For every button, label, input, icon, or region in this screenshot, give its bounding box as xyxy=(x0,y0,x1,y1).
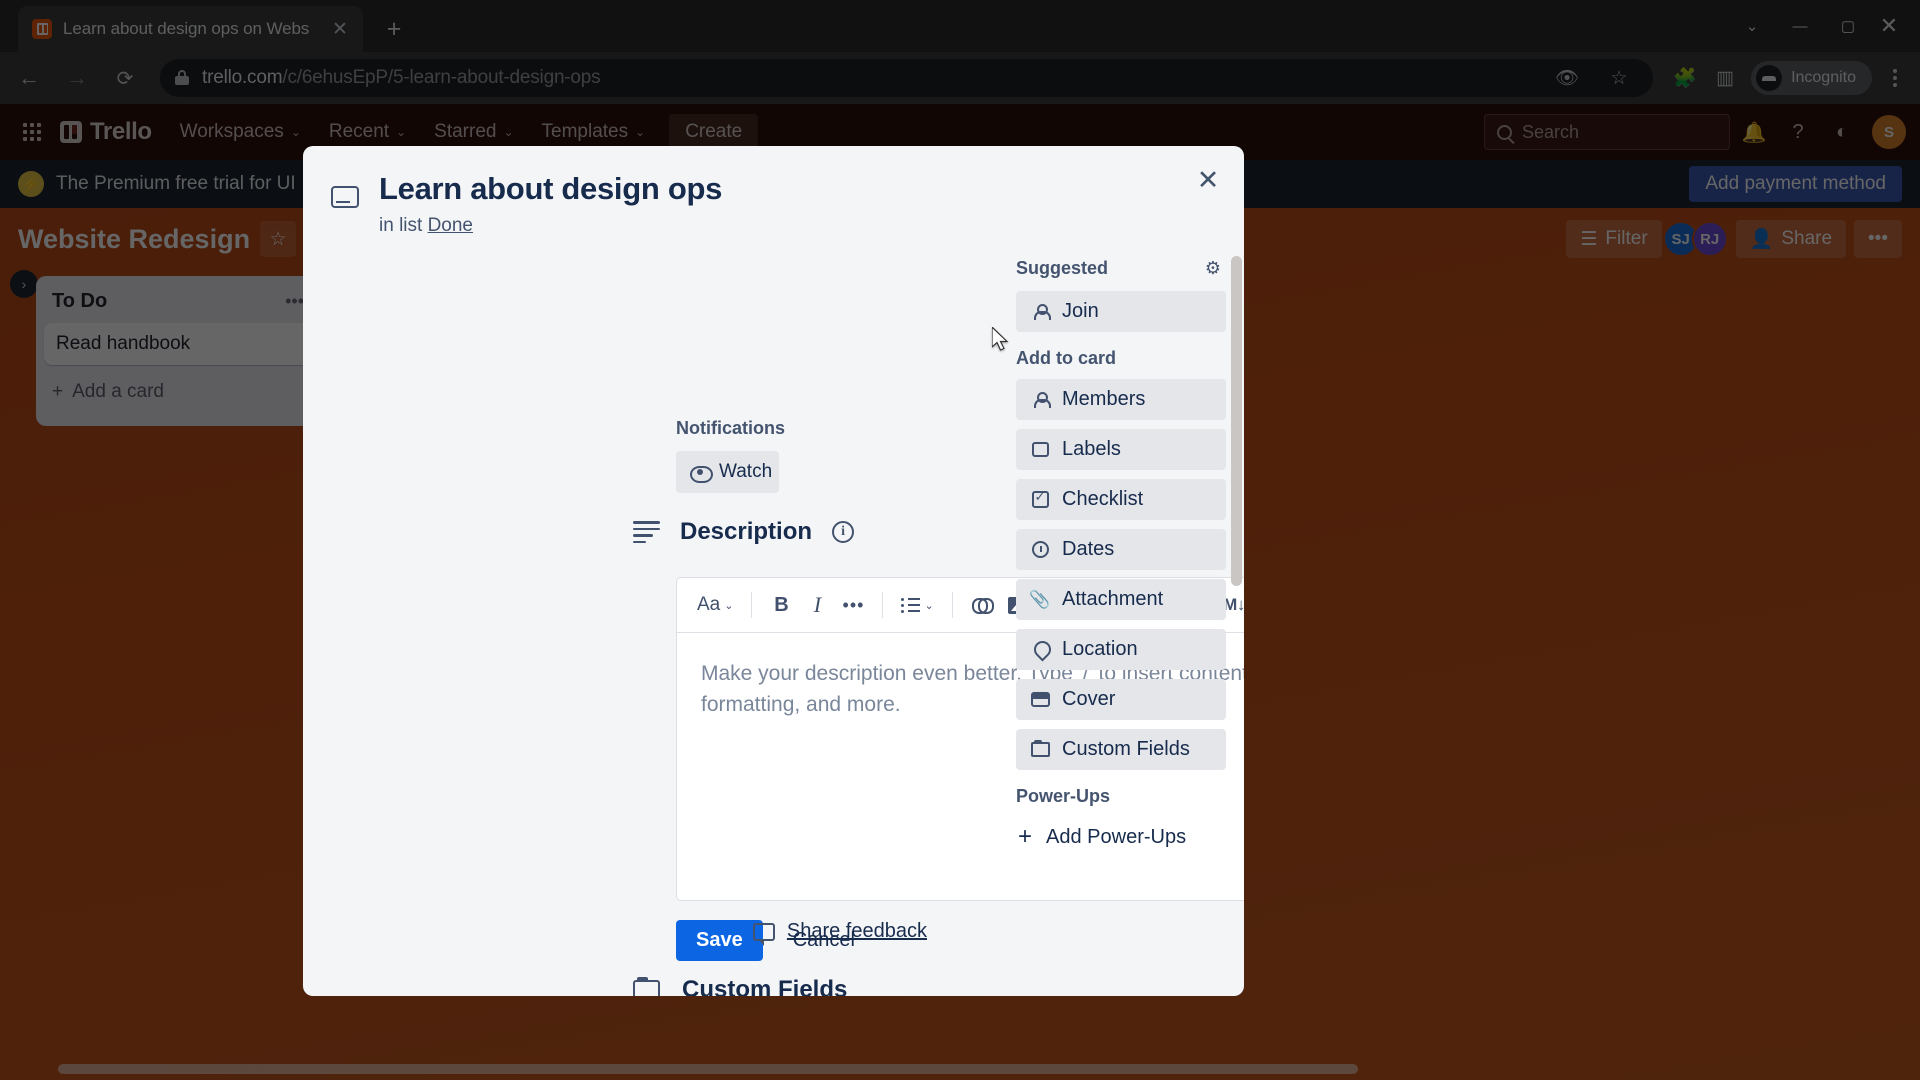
font-style-label: Aa xyxy=(697,594,721,615)
pin-icon xyxy=(1030,640,1050,660)
person-icon xyxy=(1030,302,1051,322)
tag-icon xyxy=(1030,440,1050,460)
description-label: Description xyxy=(680,518,813,545)
modal-scrollbar[interactable] xyxy=(1231,256,1242,586)
sidebar-item-label: Attachment xyxy=(1062,588,1164,610)
card-list-context: in list Done xyxy=(379,215,722,237)
sidebar-item-label: Labels xyxy=(1062,438,1121,460)
more-label: ••• xyxy=(842,594,865,615)
suggested-label: Suggested xyxy=(1016,257,1109,278)
sidebar-item-label: Location xyxy=(1062,638,1138,660)
description-header: Description i xyxy=(633,518,855,546)
bold-label: B xyxy=(774,593,789,616)
share-feedback-label[interactable]: Share feedback xyxy=(787,920,927,943)
checkbox-icon xyxy=(1030,489,1050,510)
watch-label: Watch xyxy=(719,461,773,482)
sidebar-item-label: Custom Fields xyxy=(1062,738,1190,760)
sidebar-item-members[interactable]: Members xyxy=(1016,379,1226,420)
list-name-link[interactable]: Done xyxy=(428,215,473,236)
custom-fields-label: Custom Fields xyxy=(682,976,848,996)
add-power-ups-label: Add Power-Ups xyxy=(1046,825,1187,848)
eye-icon xyxy=(690,463,713,483)
add-to-card-label: Add to card xyxy=(1016,348,1117,368)
more-formatting-button[interactable]: ••• xyxy=(836,588,870,622)
link-button[interactable] xyxy=(965,588,999,622)
notifications-label: Notifications xyxy=(676,418,786,438)
sidebar-item-label: Cover xyxy=(1062,688,1116,710)
clock-icon xyxy=(1030,540,1050,560)
list-button[interactable]: ⌄ xyxy=(895,588,939,622)
sidebar-item-label: Checklist xyxy=(1062,488,1144,510)
sidebar-item-cover[interactable]: Cover xyxy=(1016,679,1226,720)
chevron-down-icon: ⌄ xyxy=(924,599,934,612)
sidebar-item-label: Join xyxy=(1062,300,1099,322)
person-icon xyxy=(1030,390,1051,410)
italic-label: I xyxy=(813,592,822,617)
font-style-button[interactable]: Aa ⌄ xyxy=(691,588,739,622)
custom-fields-header: Custom Fields xyxy=(633,976,847,996)
sidebar-item-dates[interactable]: Dates xyxy=(1016,529,1226,570)
paperclip-icon: 📎 xyxy=(1029,589,1051,609)
sidebar-item-join[interactable]: Join xyxy=(1016,291,1226,332)
notifications-section: Notifications Watch xyxy=(676,418,785,493)
share-feedback[interactable]: Share feedback xyxy=(752,920,927,946)
sidebar-item-labels[interactable]: Labels xyxy=(1016,429,1226,470)
feedback-icon xyxy=(752,922,775,946)
link-icon xyxy=(971,598,994,614)
plus-icon: + xyxy=(1018,823,1033,850)
add-power-ups-button[interactable]: + Add Power-Ups xyxy=(1016,817,1226,851)
gear-icon[interactable]: ⚙ xyxy=(1200,255,1226,281)
card-icon xyxy=(331,184,359,212)
sidebar-item-label: Members xyxy=(1062,388,1146,410)
chevron-down-icon: ⌄ xyxy=(724,599,734,612)
folder-icon xyxy=(1030,740,1050,760)
sidebar-item-checklist[interactable]: Checklist xyxy=(1016,479,1226,520)
info-icon[interactable]: i xyxy=(832,521,855,543)
toolbar-divider xyxy=(882,592,884,618)
card-sidebar: Suggested ⚙ Join Add to card Members Lab… xyxy=(1016,255,1226,851)
sidebar-item-custom-fields[interactable]: Custom Fields xyxy=(1016,729,1226,770)
power-ups-label: Power-Ups xyxy=(1016,786,1111,806)
card-title: Learn about design ops xyxy=(379,171,723,206)
in-list-prefix: in list xyxy=(379,215,423,237)
watch-button[interactable]: Watch xyxy=(676,451,779,493)
save-button[interactable]: Save xyxy=(676,920,763,961)
folder-icon xyxy=(633,976,660,996)
bullet-list-icon xyxy=(901,597,921,613)
sidebar-item-attachment[interactable]: 📎 Attachment xyxy=(1016,579,1226,620)
description-icon xyxy=(633,521,660,543)
italic-button[interactable]: I xyxy=(800,588,834,622)
screen: Learn about design ops on Webs ✕ + ⌄ — ▢… xyxy=(0,0,1920,1080)
bold-button[interactable]: B xyxy=(764,588,798,622)
cover-icon xyxy=(1030,690,1050,710)
markdown-label: M↓ xyxy=(1223,595,1244,614)
sidebar-item-label: Dates xyxy=(1062,538,1115,560)
suggested-header: Suggested ⚙ xyxy=(1016,255,1226,281)
card-header: Learn about design ops in list Done xyxy=(303,170,1244,237)
toolbar-divider xyxy=(951,592,953,618)
toolbar-divider xyxy=(751,592,753,618)
description-actions: Save Cancel Share feedback xyxy=(676,920,927,961)
sidebar-item-location[interactable]: Location xyxy=(1016,629,1226,670)
